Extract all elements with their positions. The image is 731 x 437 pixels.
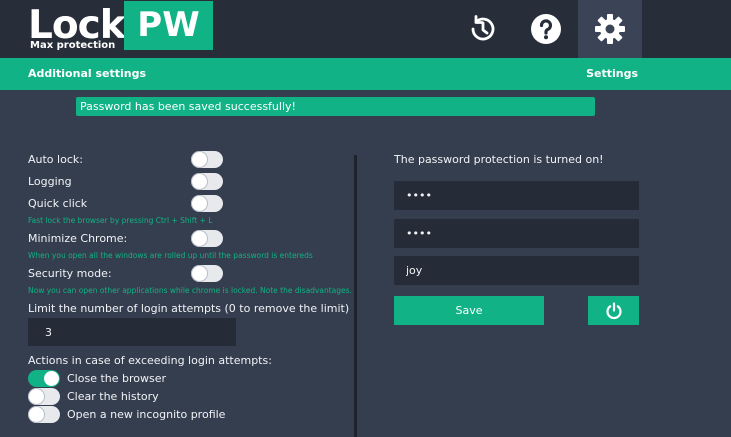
clear-history-label: Clear the history xyxy=(67,390,159,403)
logging-toggle[interactable] xyxy=(191,173,223,190)
column-divider xyxy=(354,155,357,437)
password-field[interactable] xyxy=(394,181,639,210)
quick-click-toggle[interactable] xyxy=(191,195,223,212)
security-mode-label: Security mode: xyxy=(28,267,112,280)
power-icon xyxy=(605,301,622,319)
password-hint-field[interactable] xyxy=(394,256,639,285)
toggle-knob xyxy=(192,266,207,281)
attempts-input[interactable] xyxy=(28,318,236,346)
history-icon xyxy=(471,15,495,41)
password-confirm-field[interactable] xyxy=(394,219,639,248)
limit-attempts-label: Limit the number of login attempts (0 to… xyxy=(28,302,350,315)
history-button[interactable] xyxy=(451,0,515,58)
toggle-knob xyxy=(192,231,207,246)
close-browser-label: Close the browser xyxy=(67,372,167,385)
nav-settings[interactable]: Settings xyxy=(586,67,638,80)
auto-lock-toggle[interactable] xyxy=(191,151,223,168)
protection-status: The password protection is turned on! xyxy=(394,153,604,166)
success-banner: Password has been saved successfully! xyxy=(76,97,595,116)
auto-lock-label: Auto lock: xyxy=(28,153,83,166)
toggle-knob xyxy=(44,371,59,386)
navbar: Additional settings Settings xyxy=(0,58,731,90)
security-mode-hint: Now you can open other applications whil… xyxy=(28,286,352,295)
clear-history-toggle[interactable] xyxy=(28,388,60,405)
close-browser-toggle[interactable] xyxy=(28,370,60,387)
toggle-knob xyxy=(29,389,44,404)
quick-click-label: Quick click xyxy=(28,197,88,210)
toggle-knob xyxy=(192,174,207,189)
settings-button[interactable] xyxy=(578,0,642,58)
help-button[interactable] xyxy=(514,0,578,58)
save-button[interactable]: Save xyxy=(394,296,544,325)
minimize-chrome-label: Minimize Chrome: xyxy=(28,232,128,245)
toggle-knob xyxy=(192,196,207,211)
gear-icon xyxy=(595,14,625,44)
incognito-profile-label: Open a new incognito profile xyxy=(67,408,226,421)
nav-additional-settings[interactable]: Additional settings xyxy=(28,67,146,80)
logging-label: Logging xyxy=(28,175,72,188)
toggle-knob xyxy=(192,152,207,167)
power-button[interactable] xyxy=(588,296,639,325)
actions-label: Actions in case of exceeding login attem… xyxy=(28,354,272,367)
minimize-chrome-toggle[interactable] xyxy=(191,230,223,247)
logo-subtitle: Max protection xyxy=(30,40,116,51)
toggle-knob xyxy=(29,407,44,422)
quick-click-hint: Fast lock the browser by pressing Ctrl +… xyxy=(28,216,213,225)
incognito-profile-toggle[interactable] xyxy=(28,406,60,423)
logo-badge: PW xyxy=(124,1,213,50)
header: Lock Max protection PW xyxy=(0,0,731,58)
security-mode-toggle[interactable] xyxy=(191,265,223,282)
minimize-chrome-hint: When you open all the windows are rolled… xyxy=(28,251,313,260)
help-icon xyxy=(531,14,561,44)
